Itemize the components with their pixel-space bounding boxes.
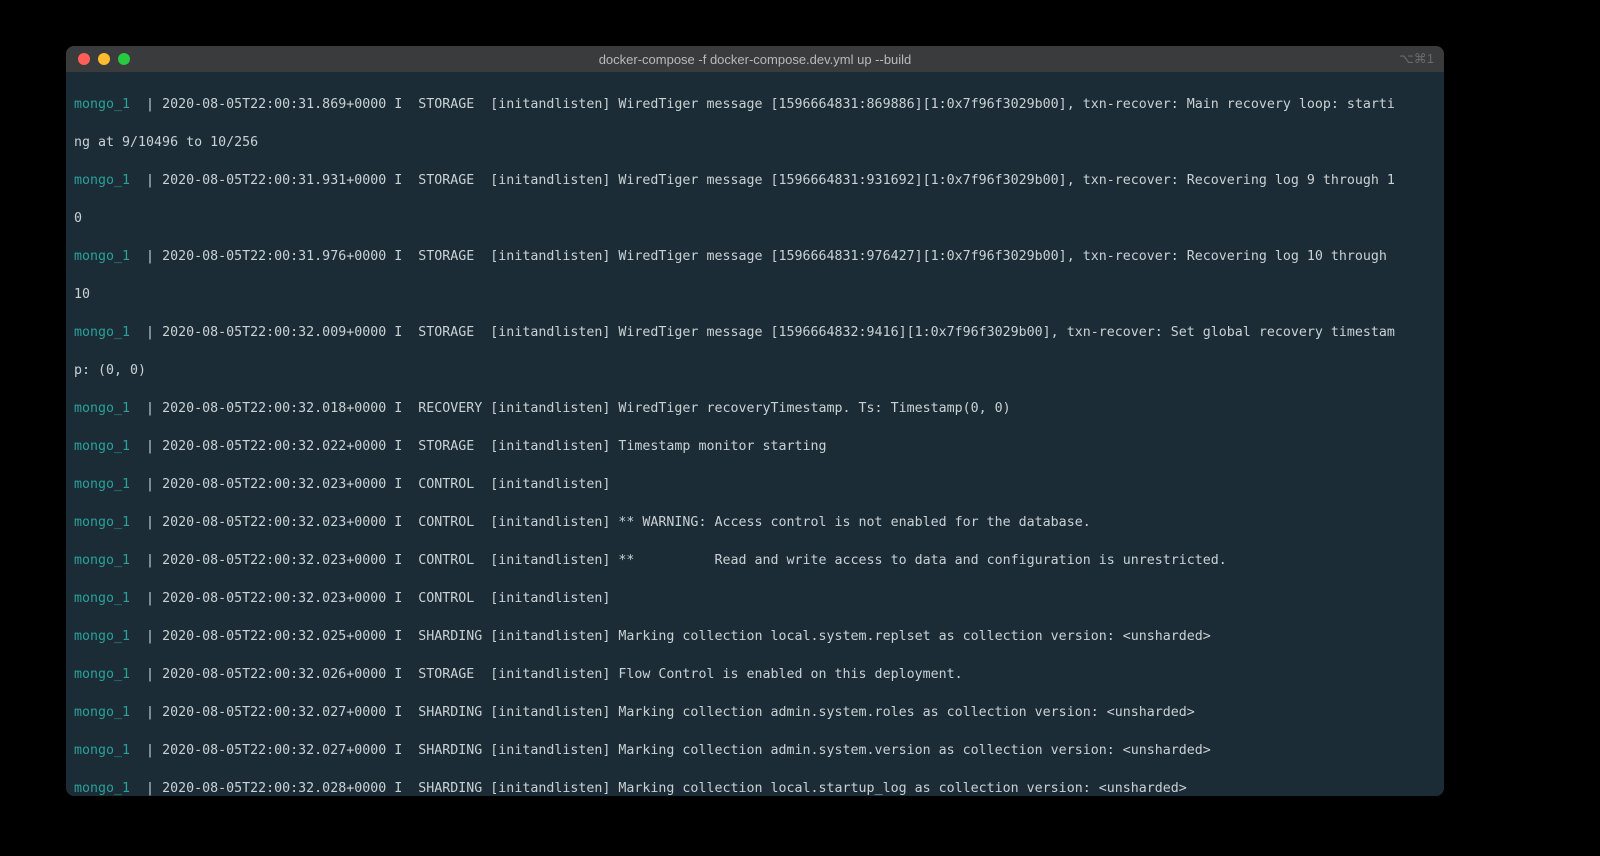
log-text: 2020-08-05T22:00:31.976+0000 I STORAGE [… bbox=[162, 249, 1395, 264]
log-text: 2020-08-05T22:00:32.026+0000 I STORAGE [… bbox=[162, 667, 963, 682]
separator: | bbox=[130, 515, 162, 530]
separator: | bbox=[130, 173, 162, 188]
titlebar: docker-compose -f docker-compose.dev.yml… bbox=[66, 46, 1444, 72]
terminal-output[interactable]: mongo_1 | 2020-08-05T22:00:31.869+0000 I… bbox=[66, 72, 1444, 796]
separator: | bbox=[130, 591, 162, 606]
separator: | bbox=[130, 249, 162, 264]
log-line: mongo_1 | 2020-08-05T22:00:32.027+0000 I… bbox=[74, 703, 1436, 722]
log-line: mongo_1 | 2020-08-05T22:00:31.869+0000 I… bbox=[74, 95, 1436, 114]
zoom-icon[interactable] bbox=[118, 53, 130, 65]
log-line: mongo_1 | 2020-08-05T22:00:32.027+0000 I… bbox=[74, 741, 1436, 760]
log-text: 2020-08-05T22:00:32.018+0000 I RECOVERY … bbox=[162, 401, 1011, 416]
log-line: mongo_1 | 2020-08-05T22:00:31.976+0000 I… bbox=[74, 247, 1436, 266]
log-line: mongo_1 | 2020-08-05T22:00:32.025+0000 I… bbox=[74, 627, 1436, 646]
log-line: mongo_1 | 2020-08-05T22:00:32.023+0000 I… bbox=[74, 551, 1436, 570]
service-label: mongo_1 bbox=[74, 439, 130, 454]
log-text: 2020-08-05T22:00:32.023+0000 I CONTROL [… bbox=[162, 515, 1091, 530]
window-shortcut: ⌥⌘1 bbox=[1399, 51, 1434, 67]
service-label: mongo_1 bbox=[74, 249, 130, 264]
log-line: mongo_1 | 2020-08-05T22:00:32.026+0000 I… bbox=[74, 665, 1436, 684]
service-label: mongo_1 bbox=[74, 325, 130, 340]
log-line: 10 bbox=[74, 285, 1436, 304]
service-label: mongo_1 bbox=[74, 591, 130, 606]
minimize-icon[interactable] bbox=[98, 53, 110, 65]
separator: | bbox=[130, 781, 162, 796]
window-title: docker-compose -f docker-compose.dev.yml… bbox=[66, 52, 1444, 67]
separator: | bbox=[130, 439, 162, 454]
service-label: mongo_1 bbox=[74, 97, 130, 112]
traffic-lights bbox=[66, 53, 130, 65]
log-text: 2020-08-05T22:00:32.025+0000 I SHARDING … bbox=[162, 629, 1211, 644]
log-text: 2020-08-05T22:00:32.027+0000 I SHARDING … bbox=[162, 743, 1211, 758]
log-text: 2020-08-05T22:00:32.009+0000 I STORAGE [… bbox=[162, 325, 1395, 340]
log-text: p: (0, 0) bbox=[74, 363, 146, 378]
close-icon[interactable] bbox=[78, 53, 90, 65]
separator: | bbox=[130, 325, 162, 340]
separator: | bbox=[130, 401, 162, 416]
log-text: 0 bbox=[74, 211, 82, 226]
separator: | bbox=[130, 97, 162, 112]
log-text: ng at 9/10496 to 10/256 bbox=[74, 135, 258, 150]
service-label: mongo_1 bbox=[74, 629, 130, 644]
log-line: ng at 9/10496 to 10/256 bbox=[74, 133, 1436, 152]
service-label: mongo_1 bbox=[74, 515, 130, 530]
log-text: 2020-08-05T22:00:31.931+0000 I STORAGE [… bbox=[162, 173, 1395, 188]
log-line: p: (0, 0) bbox=[74, 361, 1436, 380]
log-line: mongo_1 | 2020-08-05T22:00:32.022+0000 I… bbox=[74, 437, 1436, 456]
service-label: mongo_1 bbox=[74, 477, 130, 492]
service-label: mongo_1 bbox=[74, 705, 130, 720]
log-line: 0 bbox=[74, 209, 1436, 228]
log-line: mongo_1 | 2020-08-05T22:00:32.018+0000 I… bbox=[74, 399, 1436, 418]
log-text: 2020-08-05T22:00:32.023+0000 I CONTROL [… bbox=[162, 591, 610, 606]
terminal-window: docker-compose -f docker-compose.dev.yml… bbox=[66, 46, 1444, 796]
separator: | bbox=[130, 553, 162, 568]
log-text: 2020-08-05T22:00:32.022+0000 I STORAGE [… bbox=[162, 439, 826, 454]
service-label: mongo_1 bbox=[74, 743, 130, 758]
log-line: mongo_1 | 2020-08-05T22:00:31.931+0000 I… bbox=[74, 171, 1436, 190]
log-text: 2020-08-05T22:00:31.869+0000 I STORAGE [… bbox=[162, 97, 1395, 112]
log-line: mongo_1 | 2020-08-05T22:00:32.023+0000 I… bbox=[74, 589, 1436, 608]
separator: | bbox=[130, 667, 162, 682]
service-label: mongo_1 bbox=[74, 401, 130, 416]
log-line: mongo_1 | 2020-08-05T22:00:32.023+0000 I… bbox=[74, 513, 1436, 532]
log-line: mongo_1 | 2020-08-05T22:00:32.028+0000 I… bbox=[74, 779, 1436, 796]
separator: | bbox=[130, 477, 162, 492]
service-label: mongo_1 bbox=[74, 781, 130, 796]
log-line: mongo_1 | 2020-08-05T22:00:32.009+0000 I… bbox=[74, 323, 1436, 342]
service-label: mongo_1 bbox=[74, 553, 130, 568]
separator: | bbox=[130, 743, 162, 758]
service-label: mongo_1 bbox=[74, 173, 130, 188]
log-text: 2020-08-05T22:00:32.027+0000 I SHARDING … bbox=[162, 705, 1195, 720]
log-text: 2020-08-05T22:00:32.028+0000 I SHARDING … bbox=[162, 781, 1187, 796]
log-line: mongo_1 | 2020-08-05T22:00:32.023+0000 I… bbox=[74, 475, 1436, 494]
log-text: 10 bbox=[74, 287, 90, 302]
separator: | bbox=[130, 629, 162, 644]
service-label: mongo_1 bbox=[74, 667, 130, 682]
log-text: 2020-08-05T22:00:32.023+0000 I CONTROL [… bbox=[162, 477, 610, 492]
log-text: 2020-08-05T22:00:32.023+0000 I CONTROL [… bbox=[162, 553, 1227, 568]
separator: | bbox=[130, 705, 162, 720]
